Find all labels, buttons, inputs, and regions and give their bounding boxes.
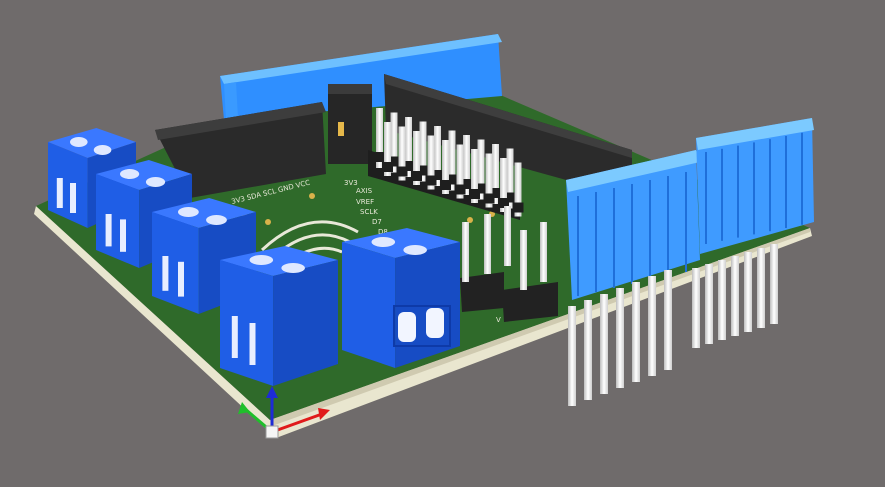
screw-head [93,145,112,155]
wire-slot [249,323,256,365]
header-pin [540,222,547,282]
male-pin [664,270,672,370]
pcb-3d-scene[interactable]: 3V3 SDA SCL GND VCC 3V3 AXIS VREF SCLK D… [0,0,885,487]
header-pin [504,206,511,266]
screw-head [120,169,140,179]
pad [265,219,271,225]
silk-label: SCLK [360,208,378,216]
header-pin [484,214,491,274]
header-pin [520,230,527,290]
silk-label: D7 [372,218,382,226]
male-pin [731,256,739,336]
silk-label: AXIS [356,187,373,195]
pin-spacer [454,184,466,195]
wire-slot [231,316,238,358]
jumper-block [328,84,372,164]
male-pin [632,282,640,382]
screw-head [145,177,166,187]
male-pin [600,294,608,394]
wire-slot [162,256,169,291]
wire-slot [178,261,184,297]
pin-spacer [396,166,408,177]
male-pin [616,288,624,388]
terminal-front [342,242,396,368]
screw-terminal [342,228,460,368]
male-pin [568,306,576,406]
wire-slot [120,219,126,252]
pin-spacer [411,171,422,181]
screw-head [206,215,227,225]
pin-spacer [469,189,480,199]
pin-spacer [440,180,451,190]
screw-head [371,237,396,247]
male-pin [757,248,765,328]
terminal-front [220,260,274,386]
pin-spacer [374,152,385,162]
wire-slot [426,308,444,338]
screw-head [249,255,274,265]
pin-spacer [483,193,495,204]
silk-label: 3V3 [344,179,358,187]
pin-spacer [382,162,393,172]
wire-slot [105,214,112,247]
screw-head [178,207,199,217]
silk-label: V [496,316,501,324]
male-pin [584,300,592,400]
terminal-side [273,260,338,386]
wire-slot [70,183,76,213]
pin-spacer [425,175,437,186]
wire-slot [56,178,63,208]
wire-slot [398,312,416,342]
screw-head [403,245,427,255]
pin-spacer [512,202,524,213]
3d-viewport[interactable]: 3V3 SDA SCL GND VCC 3V3 AXIS VREF SCLK D… [0,0,885,487]
male-pin [744,252,752,332]
male-pin [705,264,713,344]
screw-head [70,137,88,147]
pad [309,193,315,199]
screw-terminal [220,246,338,386]
male-pin [648,276,656,376]
screw-head [281,263,305,273]
silk-label: VREF [356,198,374,206]
male-pin [770,244,778,324]
male-pin [692,268,700,348]
header-pin [462,222,469,282]
male-pin [718,260,726,340]
